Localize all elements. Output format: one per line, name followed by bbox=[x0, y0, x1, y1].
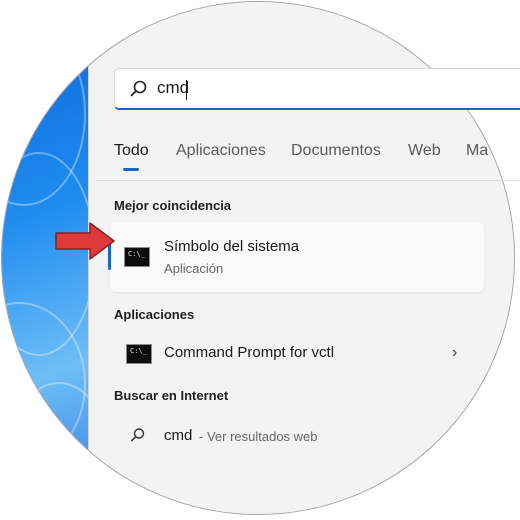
divider bbox=[96, 180, 520, 181]
best-match-result[interactable] bbox=[110, 222, 484, 292]
active-tab-indicator bbox=[123, 168, 139, 171]
cmd-icon: C:\_ bbox=[126, 344, 152, 364]
best-match-heading: Mejor coincidencia bbox=[114, 198, 232, 213]
app-result-label: Command Prompt for vctl bbox=[164, 344, 335, 361]
tab-more[interactable]: Ma bbox=[466, 142, 488, 160]
apps-heading: Aplicaciones bbox=[114, 307, 195, 322]
tab-apps[interactable]: Aplicaciones bbox=[176, 142, 266, 160]
magnified-view: cmd Todo Aplicaciones Documentos Web Ma … bbox=[0, 0, 520, 520]
tab-documents[interactable]: Documentos bbox=[291, 142, 381, 160]
web-result-query[interactable]: cmd bbox=[164, 427, 192, 444]
web-result-suffix: - Ver resultados web bbox=[199, 429, 318, 444]
chevron-right-icon[interactable]: › bbox=[452, 344, 457, 362]
text-caret bbox=[186, 80, 187, 100]
best-match-subtitle: Aplicación bbox=[164, 261, 224, 276]
cmd-icon: C:\_ bbox=[124, 247, 150, 267]
tab-web[interactable]: Web bbox=[408, 142, 441, 160]
tab-all[interactable]: Todo bbox=[114, 142, 149, 160]
search-icon bbox=[130, 80, 147, 97]
red-arrow-icon bbox=[55, 222, 115, 260]
best-match-title: Símbolo del sistema bbox=[164, 238, 300, 255]
web-search-heading: Buscar en Internet bbox=[114, 388, 229, 403]
search-box[interactable]: cmd bbox=[114, 68, 520, 110]
search-icon bbox=[130, 428, 145, 442]
search-input[interactable]: cmd bbox=[157, 78, 189, 98]
